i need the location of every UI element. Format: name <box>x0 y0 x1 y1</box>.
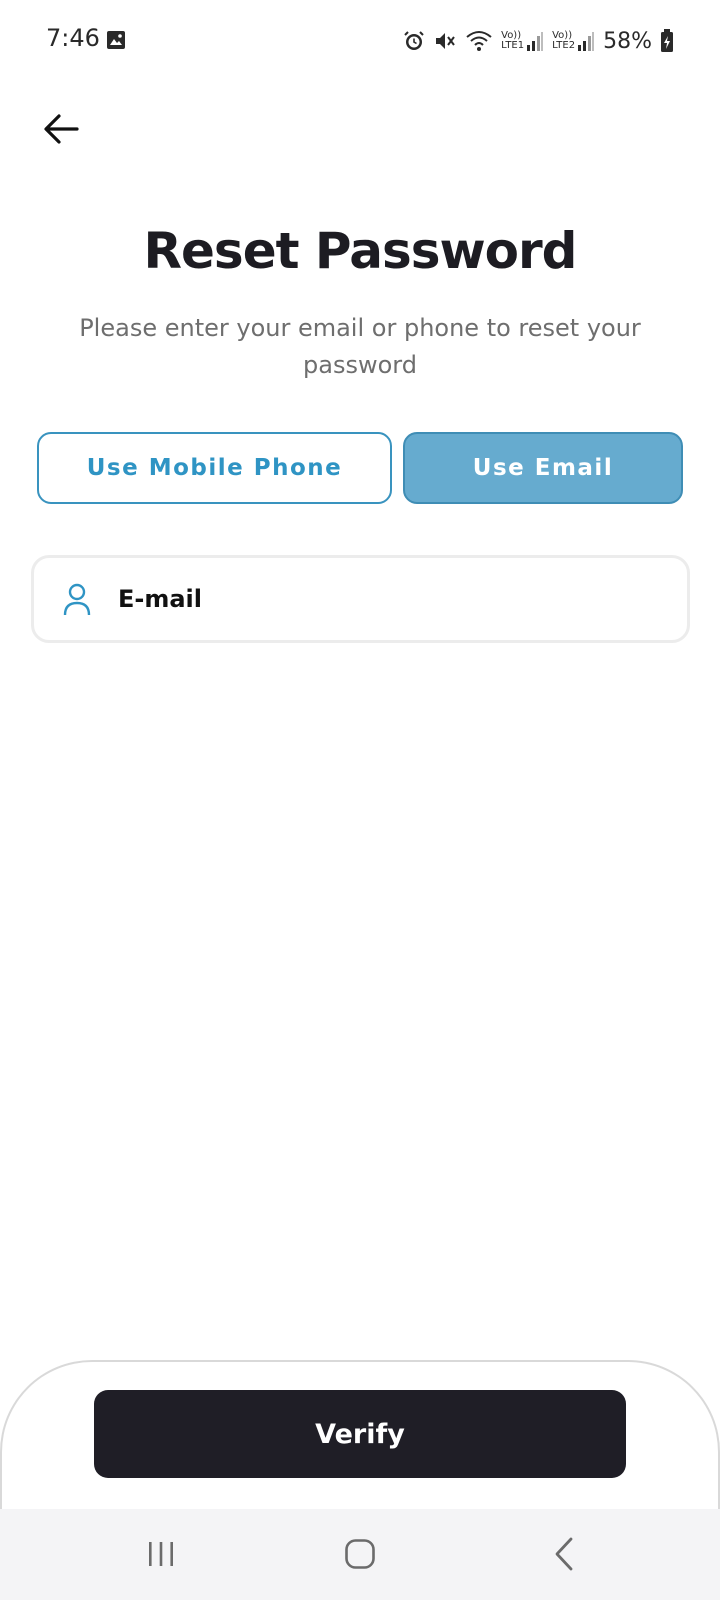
page-title: Reset Password <box>143 222 578 280</box>
verify-button[interactable]: Verify <box>94 1390 626 1478</box>
email-field[interactable]: E-mail <box>31 555 690 643</box>
arrow-left-icon <box>44 114 79 144</box>
status-time: 7:46 <box>46 24 100 52</box>
sim2-indicator: Vo)) LTE2 <box>552 31 595 51</box>
signal-icon <box>527 32 544 51</box>
sim1-label: Vo)) LTE1 <box>501 31 524 51</box>
wifi-icon <box>466 31 492 51</box>
status-bar: 7:46 Vo)) LTE1 Vo)) LTE2 58% <box>0 0 720 80</box>
tab-use-mobile-phone[interactable]: Use Mobile Phone <box>37 432 392 504</box>
tab-use-email[interactable]: Use Email <box>403 432 683 504</box>
battery-percent: 58% <box>603 28 652 54</box>
battery-icon <box>661 29 673 52</box>
back-button[interactable] <box>36 104 86 154</box>
nav-back-button[interactable] <box>534 1529 594 1579</box>
signal-icon <box>578 32 595 51</box>
recent-apps-button[interactable] <box>131 1529 191 1579</box>
gallery-icon <box>107 31 125 49</box>
sim2-lte: LTE2 <box>552 40 576 51</box>
mute-icon <box>436 33 455 49</box>
page-subtitle: Please enter your email or phone to rese… <box>79 314 641 379</box>
user-icon <box>60 582 94 616</box>
home-button[interactable] <box>330 1529 390 1579</box>
sim1-lte: LTE1 <box>501 40 525 51</box>
alarm-icon <box>404 31 424 50</box>
navigation-bar <box>0 1509 720 1600</box>
recent-apps-icon <box>149 1542 173 1566</box>
sim1-indicator: Vo)) LTE1 <box>501 31 544 51</box>
email-placeholder: E-mail <box>118 585 203 613</box>
status-icons: Vo)) LTE1 Vo)) LTE2 58% <box>403 26 674 56</box>
back-icon <box>555 1537 573 1571</box>
sim2-label: Vo)) LTE2 <box>552 31 575 51</box>
home-icon <box>345 1539 375 1569</box>
